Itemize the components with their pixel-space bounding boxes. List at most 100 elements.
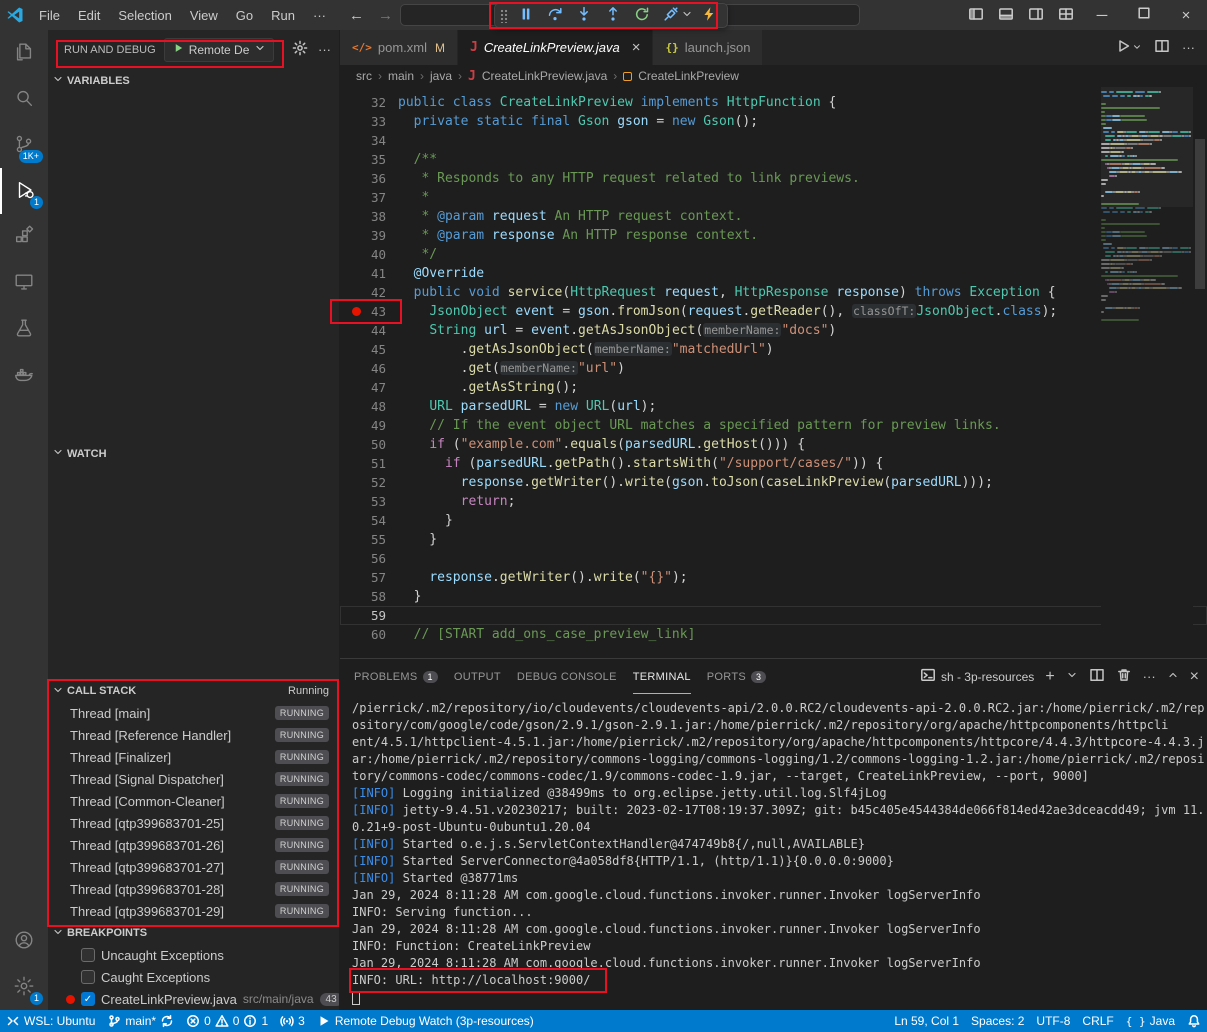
- menu-edit[interactable]: Edit: [69, 8, 109, 23]
- gutter[interactable]: 56: [340, 549, 398, 568]
- gutter[interactable]: 44: [340, 321, 398, 340]
- terminal-profile-chevron-icon[interactable]: [1066, 669, 1078, 684]
- encoding-indicator[interactable]: UTF-8: [1030, 1010, 1076, 1032]
- sidebar-more-actions-icon[interactable]: ···: [318, 42, 331, 57]
- code-line[interactable]: 52 response.getWriter().write(gson.toJso…: [340, 473, 1207, 492]
- activitybar-source-control[interactable]: 1K+: [0, 122, 48, 168]
- call-stack-thread[interactable]: Thread [Signal Dispatcher]RUNNING: [48, 768, 339, 790]
- code-line[interactable]: 54 }: [340, 511, 1207, 530]
- git-branch-indicator[interactable]: main*: [101, 1010, 180, 1032]
- code-line[interactable]: 35 /**: [340, 150, 1207, 169]
- code-line[interactable]: 40 */: [340, 245, 1207, 264]
- variables-section-header[interactable]: VARIABLES: [48, 70, 339, 92]
- eol-indicator[interactable]: CRLF: [1076, 1010, 1119, 1032]
- code-line[interactable]: 34: [340, 131, 1207, 150]
- close-panel-icon[interactable]: ×: [1190, 668, 1199, 686]
- code-line[interactable]: 51 if (parsedURL.getPath().startsWith("/…: [340, 454, 1207, 473]
- gutter[interactable]: 37: [340, 188, 398, 207]
- activitybar-settings[interactable]: 1: [0, 964, 48, 1010]
- code-line[interactable]: 58 }: [340, 587, 1207, 606]
- code-line[interactable]: 46 .get(memberName:"url"): [340, 359, 1207, 378]
- gutter[interactable]: 53: [340, 492, 398, 511]
- editor-more-actions-icon[interactable]: ···: [1182, 40, 1195, 55]
- gutter[interactable]: 51: [340, 454, 398, 473]
- code-line[interactable]: 57 response.getWriter().write("{}");: [340, 568, 1207, 587]
- split-terminal-icon[interactable]: [1089, 667, 1105, 686]
- remote-indicator[interactable]: WSL: Ubuntu: [0, 1010, 101, 1032]
- activitybar-explorer[interactable]: [0, 30, 48, 76]
- notifications-bell[interactable]: [1181, 1010, 1207, 1032]
- gutter[interactable]: 38: [340, 207, 398, 226]
- code-line[interactable]: 43 JsonObject event = gson.fromJson(requ…: [340, 302, 1207, 321]
- breadcrumb-src[interactable]: src: [356, 69, 372, 83]
- menu-file[interactable]: File: [30, 8, 69, 23]
- breakpoint-checkbox[interactable]: ✓: [81, 992, 95, 1006]
- close-tab-icon[interactable]: ×: [632, 39, 641, 56]
- breakpoint-item[interactable]: ✓CreateLinkPreview.javasrc/main/java43: [48, 988, 339, 1010]
- gutter[interactable]: 58: [340, 587, 398, 606]
- panel-tab-problems[interactable]: PROBLEMS1: [354, 659, 438, 694]
- gutter[interactable]: 34: [340, 131, 398, 150]
- cursor-position[interactable]: Ln 59, Col 1: [888, 1010, 965, 1032]
- new-terminal-icon[interactable]: +: [1045, 668, 1054, 686]
- drag-grip-icon[interactable]: [500, 9, 508, 23]
- menu-run[interactable]: Run: [262, 8, 304, 23]
- code-line[interactable]: 32public class CreateLinkPreview impleme…: [340, 93, 1207, 112]
- problems-indicator[interactable]: 0 0 1: [180, 1010, 274, 1032]
- panel-tab-debug-console[interactable]: DEBUG CONSOLE: [517, 659, 617, 694]
- menu-selection[interactable]: Selection: [109, 8, 180, 23]
- pause-button[interactable]: [513, 5, 539, 27]
- terminal-instance-item[interactable]: sh - 3p-resources: [920, 667, 1034, 686]
- launch-config-dropdown[interactable]: Remote De: [164, 38, 275, 62]
- breadcrumb-java[interactable]: java: [430, 69, 452, 83]
- gutter[interactable]: 39: [340, 226, 398, 245]
- activitybar-search[interactable]: [0, 76, 48, 122]
- call-stack-thread[interactable]: Thread [Reference Handler]RUNNING: [48, 724, 339, 746]
- maximize-button[interactable]: [1123, 0, 1165, 30]
- code-line[interactable]: 56: [340, 549, 1207, 568]
- minimap[interactable]: [1101, 87, 1193, 658]
- gutter[interactable]: 54: [340, 511, 398, 530]
- call-stack-thread[interactable]: Thread [Finalizer]RUNNING: [48, 746, 339, 768]
- call-stack-thread[interactable]: Thread [Common-Cleaner]RUNNING: [48, 790, 339, 812]
- tab-createlinkpreview-java[interactable]: J CreateLinkPreview.java ×: [458, 30, 653, 65]
- watch-section-header[interactable]: WATCH: [48, 443, 339, 465]
- panel-tab-output[interactable]: OUTPUT: [454, 659, 501, 694]
- gutter[interactable]: 42: [340, 283, 398, 302]
- call-stack-thread[interactable]: Thread [qtp399683701-27]RUNNING: [48, 856, 339, 878]
- gutter[interactable]: 48: [340, 397, 398, 416]
- code-line[interactable]: 53 return;: [340, 492, 1207, 511]
- breakpoints-section-header[interactable]: BREAKPOINTS: [48, 922, 339, 944]
- breakpoint-dot[interactable]: [352, 307, 361, 316]
- gutter[interactable]: 45: [340, 340, 398, 359]
- code-line[interactable]: 59: [340, 606, 1207, 625]
- gutter[interactable]: 36: [340, 169, 398, 188]
- gutter[interactable]: 33: [340, 112, 398, 131]
- split-editor-icon[interactable]: [1154, 38, 1170, 57]
- tab-pom-xml[interactable]: </> pom.xml M: [340, 30, 458, 65]
- code-line[interactable]: 48 URL parsedURL = new URL(url);: [340, 397, 1207, 416]
- step-into-button[interactable]: [571, 5, 597, 27]
- code-line[interactable]: 60 // [START add_ons_case_preview_link]: [340, 625, 1207, 644]
- code-line[interactable]: 39 * @param response An HTTP response co…: [340, 226, 1207, 245]
- code-line[interactable]: 38 * @param request An HTTP request cont…: [340, 207, 1207, 226]
- gutter[interactable]: 60: [340, 625, 398, 644]
- toggle-sidebar-left-icon[interactable]: [961, 0, 991, 30]
- indentation-indicator[interactable]: Spaces: 2: [965, 1010, 1030, 1032]
- gutter[interactable]: 55: [340, 530, 398, 549]
- editor-scrollbar[interactable]: [1193, 87, 1207, 658]
- toggle-panel-icon[interactable]: [991, 0, 1021, 30]
- scrollbar-thumb[interactable]: [1195, 139, 1205, 289]
- menu-go[interactable]: Go: [227, 8, 262, 23]
- activitybar-docker[interactable]: [0, 352, 48, 398]
- call-stack-thread[interactable]: Thread [main]RUNNING: [48, 702, 339, 724]
- activitybar-testing[interactable]: [0, 306, 48, 352]
- breakpoint-checkbox[interactable]: [81, 948, 95, 962]
- gutter[interactable]: 52: [340, 473, 398, 492]
- gutter[interactable]: 40: [340, 245, 398, 264]
- code-line[interactable]: 42 public void service(HttpRequest reque…: [340, 283, 1207, 302]
- gutter[interactable]: 50: [340, 435, 398, 454]
- gutter[interactable]: 49: [340, 416, 398, 435]
- chevron-down-icon[interactable]: [681, 8, 693, 23]
- start-debugging-icon[interactable]: [172, 42, 184, 57]
